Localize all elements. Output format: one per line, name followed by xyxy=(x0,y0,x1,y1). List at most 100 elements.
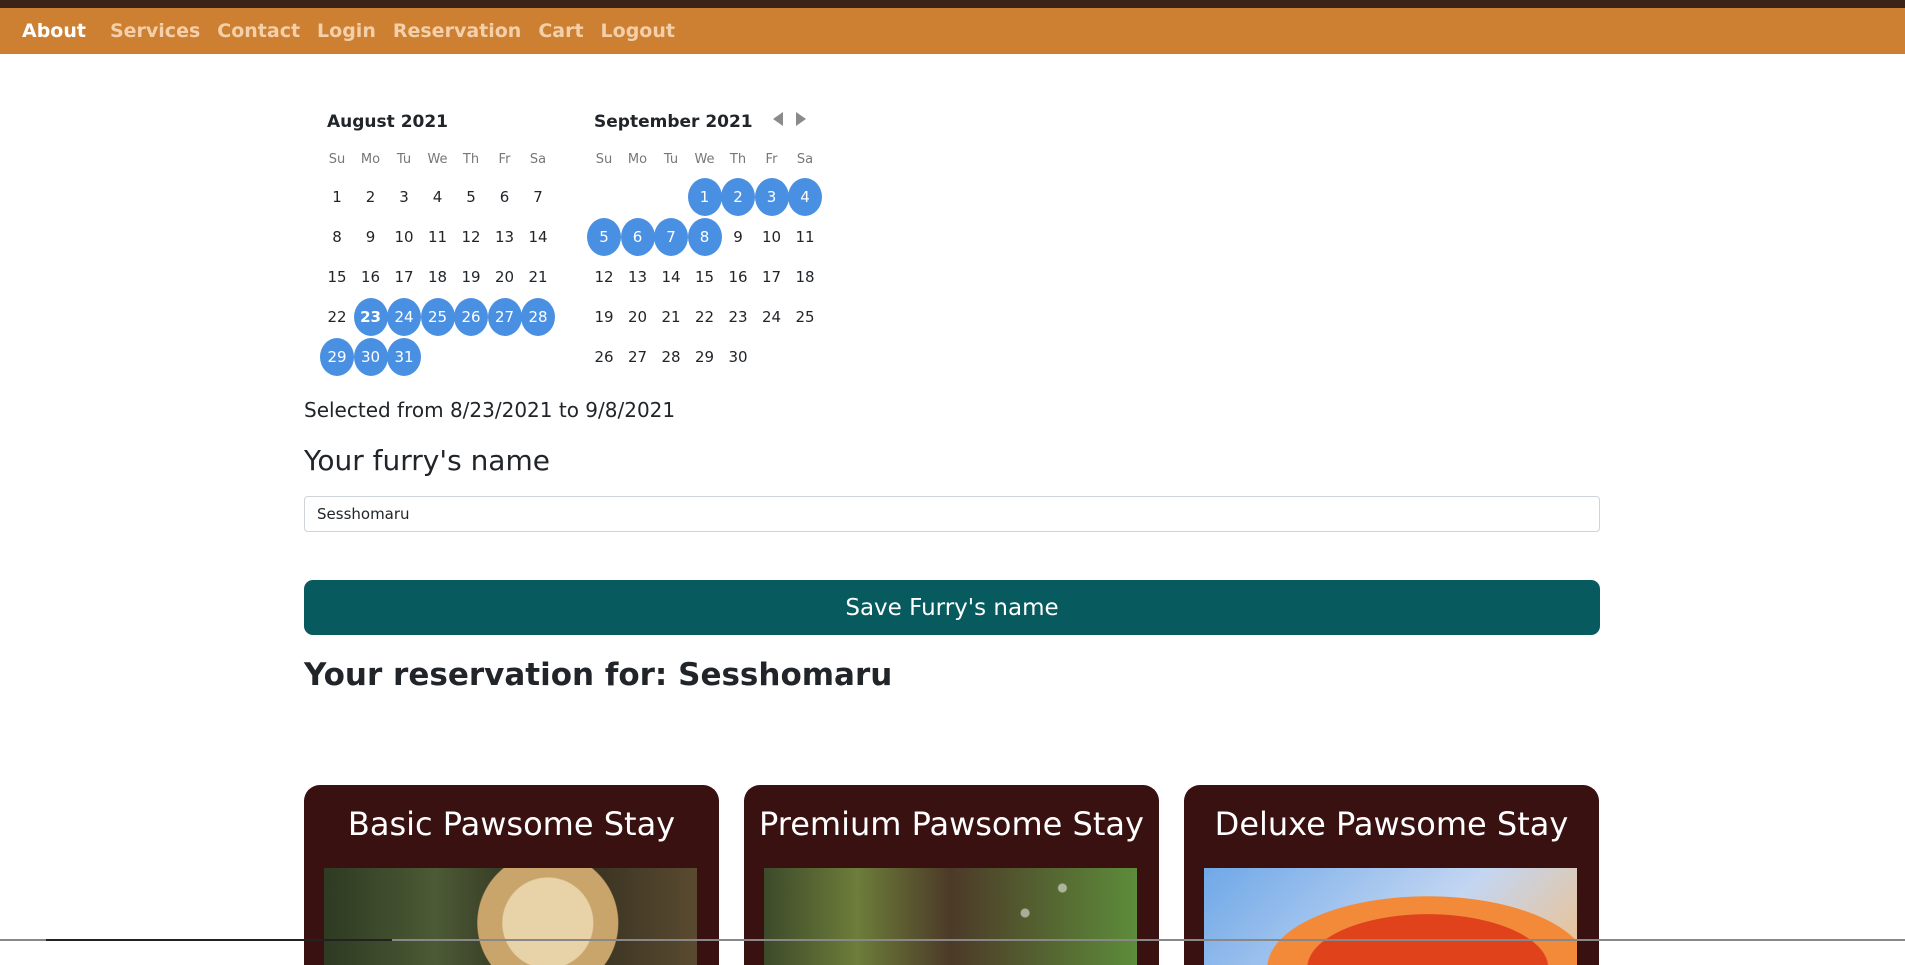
calendar-day[interactable]: 17 xyxy=(387,258,421,296)
card-image-umbrella xyxy=(1204,868,1577,965)
furry-name-label: Your furry's name xyxy=(304,444,550,477)
calendar-day[interactable]: 15 xyxy=(688,258,722,296)
calendar-day[interactable]: 11 xyxy=(788,218,822,256)
calendar-day[interactable]: 7 xyxy=(521,178,555,216)
calendar-day[interactable]: 10 xyxy=(387,218,421,256)
top-strip xyxy=(0,0,1905,8)
calendar-day[interactable]: 23 xyxy=(721,298,755,336)
calendar-day[interactable]: 8 xyxy=(687,218,722,256)
weekday-header: We xyxy=(427,152,448,167)
calendar-day[interactable]: 22 xyxy=(688,298,722,336)
calendar-day[interactable]: 14 xyxy=(654,258,688,296)
card-title: Deluxe Pawsome Stay xyxy=(1214,805,1569,843)
card-deluxe[interactable]: Deluxe Pawsome Stay xyxy=(1184,785,1599,965)
save-furry-name-button[interactable]: Save Furry's name xyxy=(304,580,1600,635)
card-title: Premium Pawsome Stay xyxy=(759,805,1144,843)
weekday-header: Th xyxy=(462,152,480,167)
weekday-header: Sa xyxy=(796,152,814,167)
calendar-day[interactable]: 1 xyxy=(687,178,722,216)
calendar-day[interactable]: 21 xyxy=(654,298,688,336)
calendar-day[interactable]: 12 xyxy=(454,218,488,256)
weekday-header: Th xyxy=(729,152,747,167)
calendar-day[interactable]: 18 xyxy=(421,258,455,296)
calendar-day[interactable]: 13 xyxy=(621,258,655,296)
nav-login-link[interactable]: Login xyxy=(317,8,376,54)
calendar-day[interactable]: 3 xyxy=(387,178,421,216)
calendar-day[interactable]: 3 xyxy=(754,178,789,216)
calendar-day[interactable]: 5 xyxy=(454,178,488,216)
nav-about-link[interactable]: About xyxy=(22,8,86,54)
nav-cart-link[interactable]: Cart xyxy=(538,8,583,54)
prev-month-icon[interactable] xyxy=(773,112,783,126)
weekday-header: Su xyxy=(328,152,346,167)
calendar-day[interactable]: 5 xyxy=(587,218,621,256)
card-image-dog xyxy=(324,868,697,965)
calendar-day[interactable]: 29 xyxy=(320,338,354,376)
calendar-day[interactable]: 28 xyxy=(521,298,555,336)
card-premium[interactable]: Premium Pawsome Stay xyxy=(744,785,1159,965)
calendar-day[interactable]: 9 xyxy=(354,218,388,256)
calendar-day[interactable]: 4 xyxy=(421,178,455,216)
calendar-day[interactable]: 10 xyxy=(755,218,789,256)
calendar-day[interactable]: 20 xyxy=(621,298,655,336)
calendar-day[interactable]: 4 xyxy=(788,178,822,216)
calendar-day[interactable]: 29 xyxy=(688,338,722,376)
calendar-month-title: August 2021 xyxy=(327,112,449,132)
next-month-icon[interactable] xyxy=(796,112,806,126)
calendar-day[interactable]: 19 xyxy=(454,258,488,296)
nav-services-link[interactable]: Services xyxy=(110,8,200,54)
calendar-day[interactable]: 16 xyxy=(354,258,388,296)
weekday-header: Mo xyxy=(360,152,381,167)
nav-logout-link[interactable]: Logout xyxy=(601,8,675,54)
weekday-header: We xyxy=(694,152,715,167)
weekday-header: Fr xyxy=(498,152,511,167)
calendar-day[interactable]: 25 xyxy=(788,298,822,336)
calendar-day[interactable]: 23 xyxy=(353,298,388,336)
calendar-day[interactable]: 6 xyxy=(488,178,522,216)
calendar-day[interactable]: 12 xyxy=(587,258,621,296)
card-basic[interactable]: Basic Pawsome Stay xyxy=(304,785,719,965)
calendar-day[interactable]: 16 xyxy=(721,258,755,296)
calendar-day[interactable]: 1 xyxy=(320,178,354,216)
calendar-day[interactable]: 30 xyxy=(721,338,755,376)
calendar-day[interactable]: 26 xyxy=(587,338,621,376)
calendar-day[interactable]: 9 xyxy=(721,218,755,256)
calendar-day[interactable]: 25 xyxy=(420,298,455,336)
calendar-day[interactable]: 13 xyxy=(488,218,522,256)
calendar-day[interactable]: 2 xyxy=(721,178,755,216)
calendar-day[interactable]: 22 xyxy=(320,298,354,336)
calendar-day[interactable]: 30 xyxy=(353,338,388,376)
nav-contact-link[interactable]: Contact xyxy=(217,8,300,54)
calendar-day[interactable]: 21 xyxy=(521,258,555,296)
calendar-day[interactable]: 24 xyxy=(387,298,421,336)
calendar-day[interactable]: 7 xyxy=(654,218,688,256)
calendar-day[interactable]: 18 xyxy=(788,258,822,296)
calendar-day[interactable]: 6 xyxy=(620,218,655,256)
calendar-month-title: September 2021 xyxy=(594,112,753,132)
calendar-day[interactable]: 11 xyxy=(421,218,455,256)
reservation-heading: Your reservation for: Sesshomaru xyxy=(304,657,893,693)
weekday-header: Mo xyxy=(627,152,648,167)
selected-range-text: Selected from 8/23/2021 to 9/8/2021 xyxy=(304,398,676,422)
weekday-header: Tu xyxy=(396,152,412,167)
card-image-bubbles xyxy=(764,868,1137,965)
calendar-day[interactable]: 19 xyxy=(587,298,621,336)
calendar-day[interactable]: 31 xyxy=(387,338,421,376)
calendar-day[interactable]: 26 xyxy=(454,298,488,336)
calendar-day[interactable]: 2 xyxy=(354,178,388,216)
nav-reservation-link[interactable]: Reservation xyxy=(393,8,521,54)
furry-name-input[interactable] xyxy=(304,496,1600,532)
weekday-header: Sa xyxy=(529,152,547,167)
calendar-day[interactable]: 20 xyxy=(488,258,522,296)
calendar-day[interactable]: 24 xyxy=(755,298,789,336)
navbar: About Services Contact Login Reservation… xyxy=(0,8,1905,54)
calendar-day[interactable]: 27 xyxy=(487,298,522,336)
weekday-header: Tu xyxy=(663,152,679,167)
calendar-day[interactable]: 8 xyxy=(320,218,354,256)
calendar-day[interactable]: 15 xyxy=(320,258,354,296)
calendar-day[interactable]: 14 xyxy=(521,218,555,256)
weekday-header: Su xyxy=(595,152,613,167)
calendar-day[interactable]: 17 xyxy=(755,258,789,296)
calendar-day[interactable]: 27 xyxy=(621,338,655,376)
calendar-day[interactable]: 28 xyxy=(654,338,688,376)
